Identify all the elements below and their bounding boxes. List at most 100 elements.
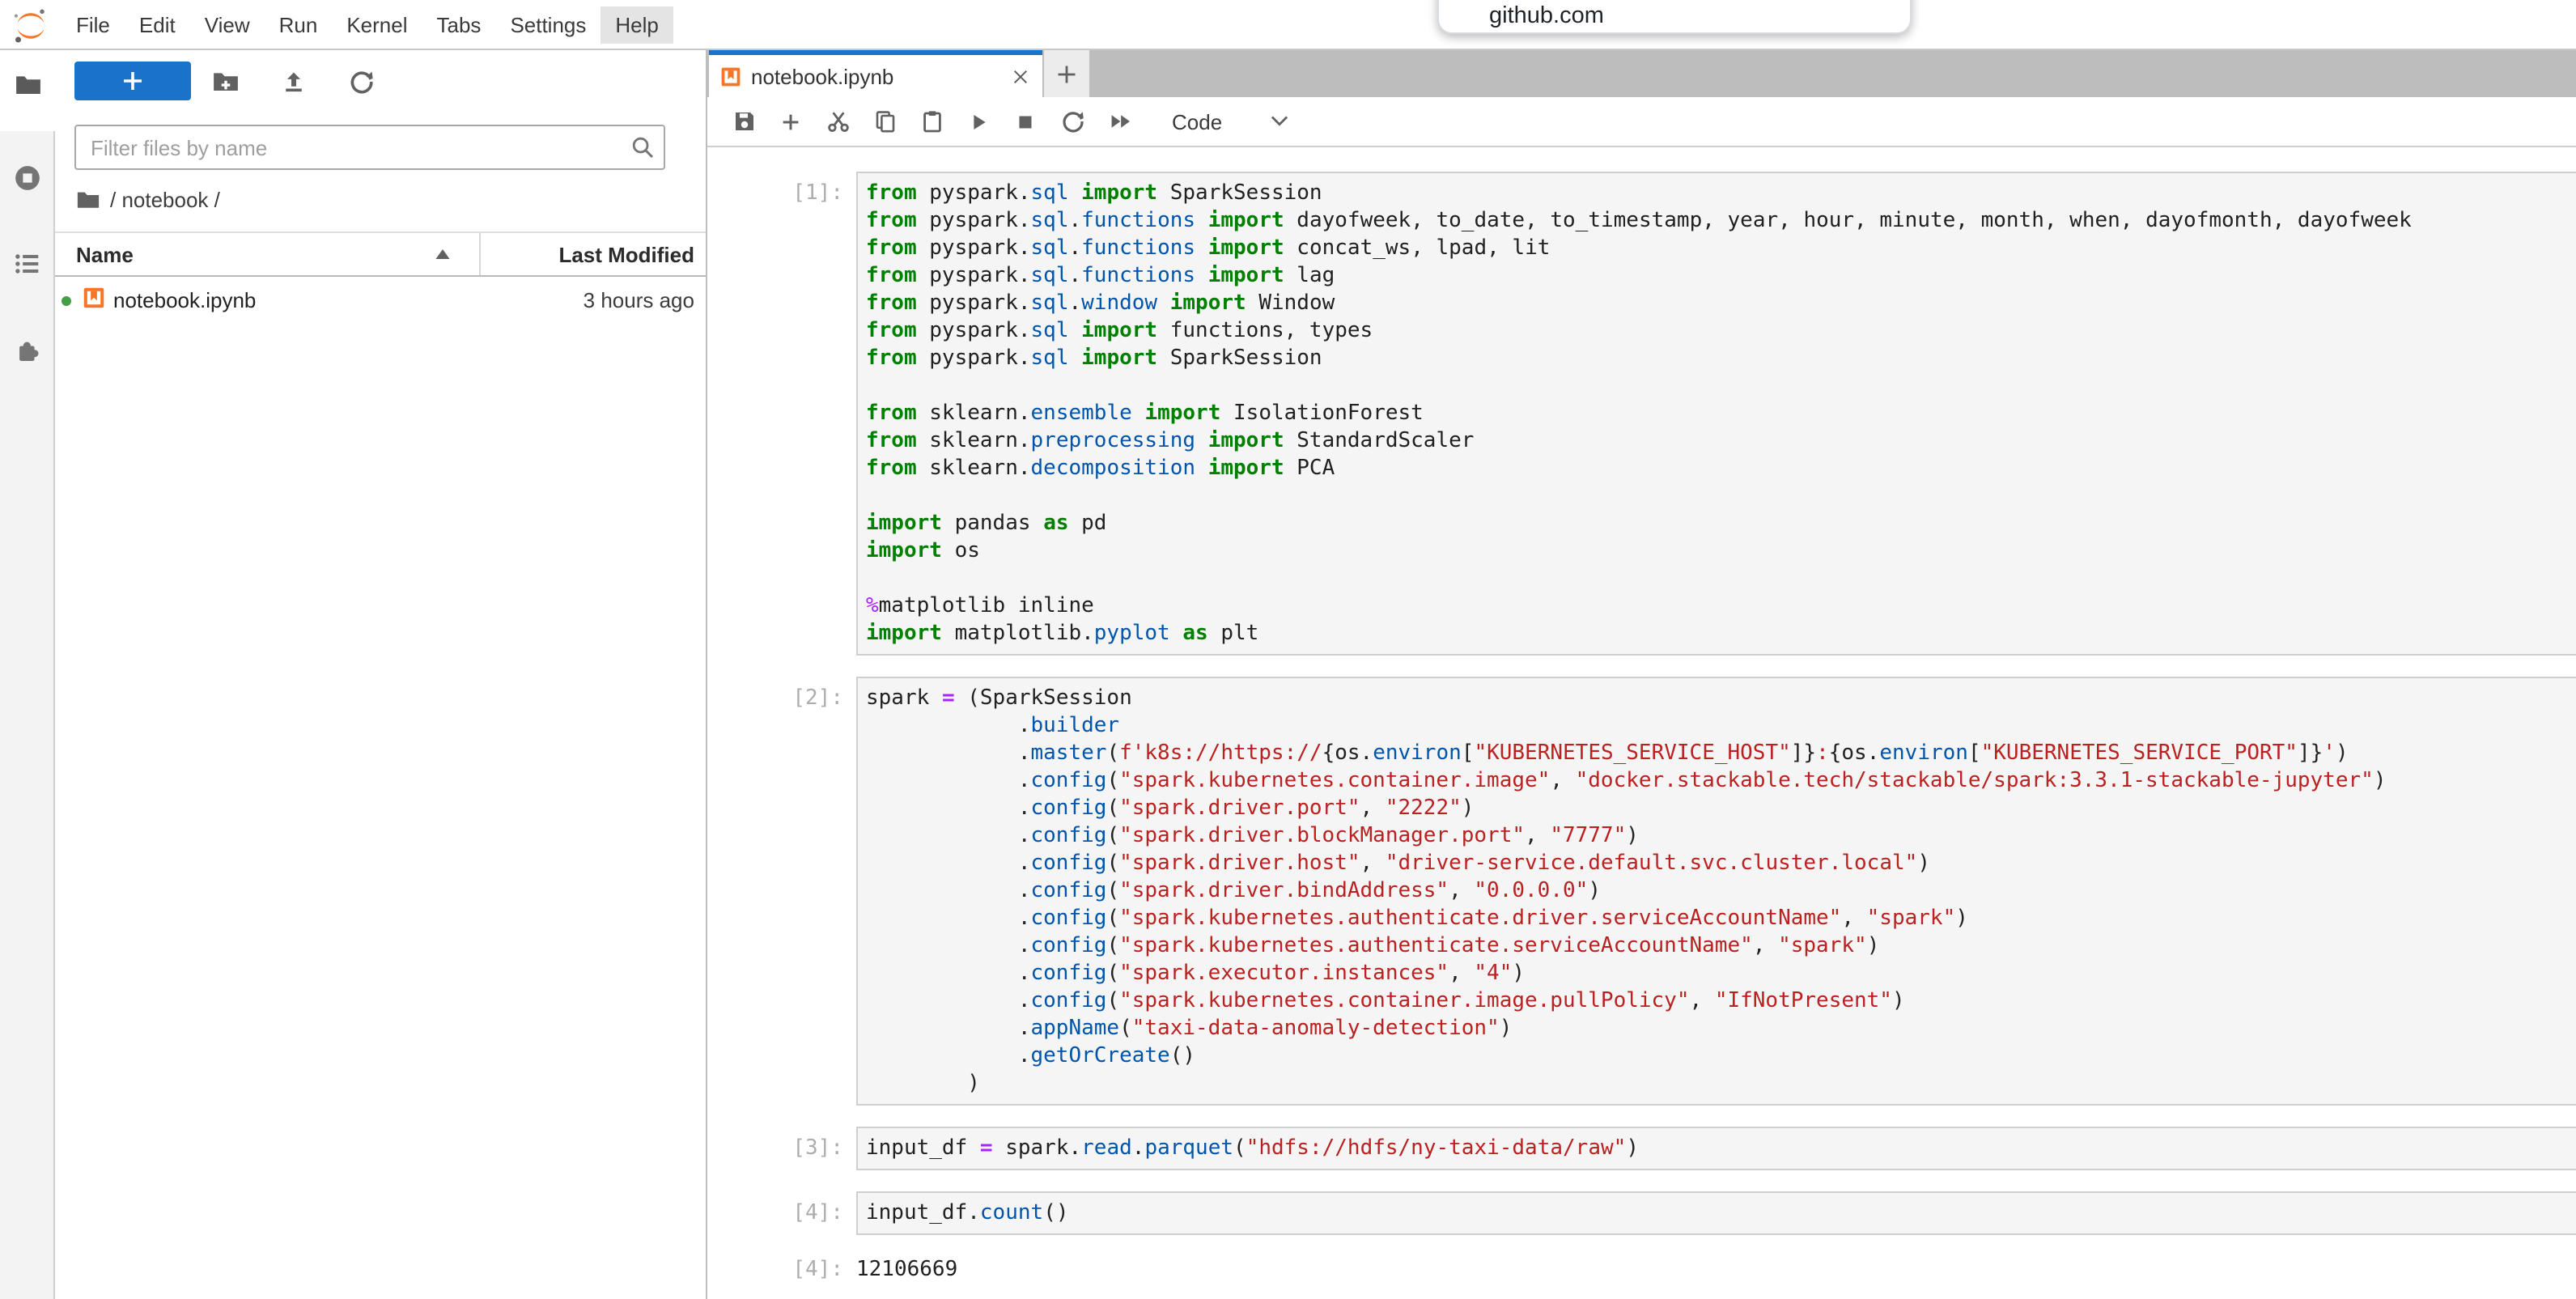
code-line: .config("spark.kubernetes.authenticate.d… <box>866 905 2576 932</box>
cell-editor[interactable]: input_df.count() <box>856 1191 2576 1235</box>
notebook-file-icon <box>83 287 105 314</box>
breadcrumb[interactable]: / notebook / <box>55 185 706 214</box>
extension-icon[interactable] <box>13 335 42 364</box>
filter-files-input[interactable] <box>74 125 665 170</box>
new-tab-button[interactable] <box>1044 50 1089 97</box>
menu-help[interactable]: Help <box>601 6 673 43</box>
chevron-down-icon <box>1271 115 1288 128</box>
filter-files-box <box>74 125 665 170</box>
menu-edit[interactable]: Edit <box>125 6 190 43</box>
folder-icon <box>13 70 42 99</box>
notebook-cells: [1]:from pyspark.sql import SparkSession… <box>707 172 2576 1284</box>
cell-editor[interactable]: spark = (SparkSession .builder .master(f… <box>856 677 2576 1106</box>
cut-icon[interactable] <box>814 102 861 141</box>
cell-output-text: 12106669 <box>856 1256 957 1284</box>
code-line: input_df.count() <box>866 1199 2576 1227</box>
cell-input-prompt: [1]: <box>707 172 856 656</box>
paste-icon[interactable] <box>908 102 955 141</box>
tab-title: notebook.ipynb <box>751 64 1000 88</box>
file-list-header: Name Last Modified <box>55 231 706 277</box>
main-area: / notebook / Name Last Modified notebook… <box>0 50 2576 1299</box>
copy-icon[interactable] <box>861 102 908 141</box>
code-line: from pyspark.sql.window import Window <box>866 290 2576 317</box>
cell-input-prompt: [2]: <box>707 677 856 1106</box>
file-modified: 3 hours ago <box>584 288 706 312</box>
code-line: import pandas as pd <box>866 510 2576 537</box>
code-line: input_df = spark.read.parquet("hdfs://hd… <box>866 1135 2576 1162</box>
menu-file[interactable]: File <box>62 6 125 43</box>
tab-notebook[interactable]: notebook.ipynb <box>709 50 1042 97</box>
code-cell: [2]:spark = (SparkSession .builder .mast… <box>707 677 2576 1106</box>
cell-output: [4]:12106669 <box>707 1256 2576 1284</box>
menu-tabs[interactable]: Tabs <box>422 6 496 43</box>
code-line: from pyspark.sql.functions import concat… <box>866 235 2576 262</box>
running-sessions-icon[interactable] <box>13 163 42 193</box>
file-name: notebook.ipynb <box>113 288 584 312</box>
jupyter-logo-icon <box>10 4 52 46</box>
code-line <box>866 372 2576 400</box>
code-line: .getOrCreate() <box>866 1042 2576 1070</box>
sidebar-tab-filebrowser[interactable] <box>0 50 55 131</box>
sidebar-tab-strip <box>0 50 55 1299</box>
code-line: %matplotlib inline <box>866 592 2576 620</box>
menu-run[interactable]: Run <box>265 6 333 43</box>
code-line: spark = (SparkSession <box>866 685 2576 712</box>
search-icon <box>630 134 656 165</box>
code-line: from sklearn.decomposition import PCA <box>866 455 2576 482</box>
file-row[interactable]: notebook.ipynb 3 hours ago <box>55 280 706 321</box>
notebook-toolbar: Code <box>707 97 2576 147</box>
cell-editor[interactable]: input_df = spark.read.parquet("hdfs://hd… <box>856 1127 2576 1170</box>
menu-kernel[interactable]: Kernel <box>332 6 422 43</box>
code-line: .appName("taxi-data-anomaly-detection") <box>866 1015 2576 1042</box>
restart-run-all-button[interactable] <box>1096 102 1143 141</box>
code-line: import os <box>866 537 2576 565</box>
new-folder-button[interactable] <box>191 62 259 100</box>
code-line: import matplotlib.pyplot as plt <box>866 620 2576 647</box>
code-line: from pyspark.sql import SparkSession <box>866 180 2576 207</box>
code-line: .config("spark.driver.blockManager.port"… <box>866 822 2576 850</box>
menu-view[interactable]: View <box>190 6 265 43</box>
cell-editor[interactable]: from pyspark.sql import SparkSessionfrom… <box>856 172 2576 656</box>
run-button[interactable] <box>955 102 1002 141</box>
code-line: .config("spark.executor.instances", "4") <box>866 960 2576 987</box>
cell-output-prompt: [4]: <box>707 1256 856 1284</box>
code-line: .master(f'k8s://https://{os.environ["KUB… <box>866 740 2576 767</box>
tab-bar: notebook.ipynb <box>707 50 2576 97</box>
code-line: .config("spark.driver.port", "2222") <box>866 795 2576 822</box>
menu-items: FileEditViewRunKernelTabsSettingsHelp <box>62 0 673 49</box>
file-browser-toolbar <box>55 60 706 102</box>
stop-button[interactable] <box>1002 102 1049 141</box>
menu-bar: FileEditViewRunKernelTabsSettingsHelp <box>0 0 2576 50</box>
code-cell: [4]: input_df.count() <box>707 1191 2576 1235</box>
save-button[interactable] <box>720 102 767 141</box>
menu-settings[interactable]: Settings <box>495 6 601 43</box>
restart-kernel-button[interactable] <box>1049 102 1096 141</box>
column-header-name[interactable]: Name <box>55 233 481 275</box>
code-line: from pyspark.sql import SparkSession <box>866 345 2576 372</box>
dock-panel: notebook.ipynb <box>707 50 2576 1299</box>
plus-icon <box>1055 62 1078 85</box>
close-icon[interactable] <box>1010 66 1031 87</box>
toc-icon[interactable] <box>13 249 42 278</box>
code-cell: [1]:from pyspark.sql import SparkSession… <box>707 172 2576 656</box>
add-cell-button[interactable] <box>767 102 814 141</box>
github-link-popup: github.com <box>1437 0 1912 34</box>
code-line: from pyspark.sql.functions import dayofw… <box>866 207 2576 235</box>
cell-input-prompt: [4]: <box>707 1191 856 1235</box>
kernel-running-dot <box>62 295 71 305</box>
code-line: .config("spark.kubernetes.container.imag… <box>866 767 2576 795</box>
cell-type-dropdown[interactable]: Code <box>1172 109 1288 134</box>
cell-type-value: Code <box>1172 109 1222 134</box>
code-line: .config("spark.kubernetes.authenticate.s… <box>866 932 2576 960</box>
code-line: from pyspark.sql import functions, types <box>866 317 2576 345</box>
notebook-file-icon <box>720 66 741 87</box>
popup-text: github.com <box>1489 3 1604 29</box>
cell-input-prompt: [3]: <box>707 1127 856 1170</box>
new-launcher-button[interactable] <box>74 62 191 100</box>
upload-button[interactable] <box>259 62 327 100</box>
refresh-button[interactable] <box>327 62 395 100</box>
column-header-modified[interactable]: Last Modified <box>481 233 706 275</box>
code-line: from pyspark.sql.functions import lag <box>866 262 2576 290</box>
code-line: from sklearn.preprocessing import Standa… <box>866 427 2576 455</box>
code-line: .builder <box>866 712 2576 740</box>
